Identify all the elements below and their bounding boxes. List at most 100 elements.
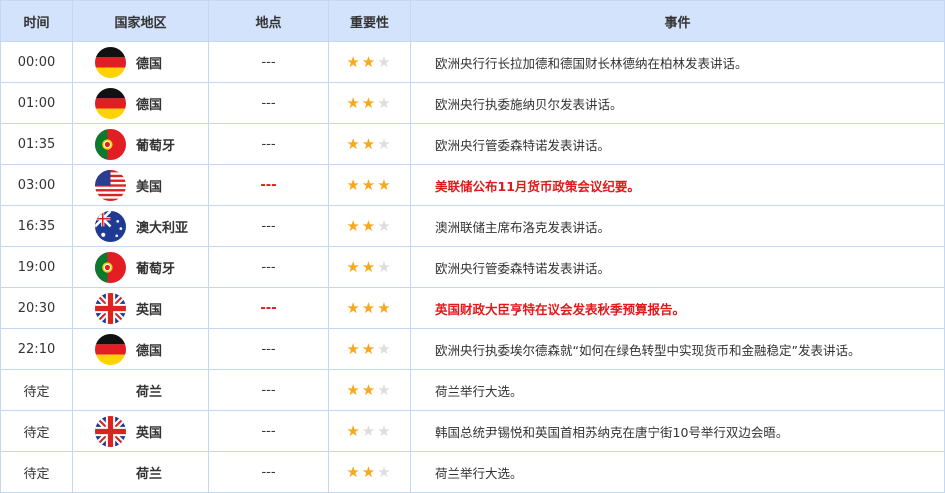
- star-filled-icon: ★: [346, 299, 362, 317]
- star-filled-icon: ★: [361, 463, 378, 481]
- star-filled-icon: ★: [361, 299, 378, 317]
- country-name: 英国: [136, 302, 163, 318]
- star-filled-icon: ★: [346, 340, 362, 358]
- table-row[interactable]: 16:35 澳大利亚 --- ★★★ 澳洲联储主席布洛克发表讲话。: [0, 205, 945, 247]
- header-time: 时间: [0, 0, 73, 42]
- place-cell: ---: [208, 287, 329, 329]
- economic-calendar-table: 时间 国家地区 地点 重要性 事件 00:00 德国 --- ★★★ 欧洲央行行长拉加德…: [0, 0, 945, 493]
- place-cell: ---: [208, 246, 329, 288]
- importance-cell: ★★★: [328, 451, 411, 493]
- event-cell: 欧洲央行管委森特诺发表讲话。: [410, 246, 945, 288]
- star-filled-icon: ★: [361, 340, 378, 358]
- table-row[interactable]: 03:00 美国 --- ★★★ 美联储公布11月货币政策会议纪要。: [0, 164, 945, 206]
- event-cell: 美联储公布11月货币政策会议纪要。: [410, 164, 945, 206]
- time-cell: 待定: [0, 369, 73, 411]
- table-row[interactable]: 01:00 德国 --- ★★★ 欧洲央行执委施纳贝尔发表讲话。: [0, 82, 945, 124]
- place-cell: ---: [208, 82, 329, 124]
- importance-cell: ★★★: [328, 328, 411, 370]
- star-filled-icon: ★: [346, 258, 362, 276]
- country-name: 美国: [136, 179, 163, 195]
- star-empty-icon: ★: [377, 463, 393, 481]
- country-name: 澳大利亚: [136, 220, 189, 236]
- importance-stars: ★★★: [346, 422, 392, 440]
- star-filled-icon: ★: [346, 94, 362, 112]
- country-name: 德国: [136, 97, 163, 113]
- importance-stars: ★★★: [346, 53, 392, 71]
- table-row[interactable]: 待定 荷兰 --- ★★★ 荷兰举行大选。: [0, 369, 945, 411]
- star-empty-icon: ★: [377, 53, 393, 71]
- country-name: 英国: [136, 425, 163, 441]
- table-row[interactable]: 22:10 德国 --- ★★★ 欧洲央行执委埃尔德森就“如何在绿色转型中实现货币和金融…: [0, 328, 945, 370]
- header-place: 地点: [208, 0, 329, 42]
- time-cell: 00:00: [0, 41, 73, 83]
- importance-stars: ★★★: [346, 135, 392, 153]
- star-filled-icon: ★: [377, 176, 393, 194]
- importance-stars: ★★★: [346, 340, 392, 358]
- time-cell: 01:00: [0, 82, 73, 124]
- importance-cell: ★★★: [328, 123, 411, 165]
- importance-stars: ★★★: [346, 176, 392, 194]
- flag-us-icon: [95, 169, 126, 201]
- place-cell: ---: [208, 369, 329, 411]
- header-country: 国家地区: [72, 0, 209, 42]
- importance-cell: ★★★: [328, 246, 411, 288]
- table-row[interactable]: 待定 英国 --- ★★★ 韩国总统尹锡悦和英国首相苏纳克在唐宁街10号举行双边会晤。: [0, 410, 945, 452]
- importance-stars: ★★★: [346, 381, 392, 399]
- table-row[interactable]: 00:00 德国 --- ★★★ 欧洲央行行长拉加德和德国财长林德纳在柏林发表讲话。: [0, 41, 945, 83]
- flag-de-icon: [95, 333, 126, 365]
- event-cell: 韩国总统尹锡悦和英国首相苏纳克在唐宁街10号举行双边会晤。: [410, 410, 945, 452]
- event-cell: 英国财政大臣亨特在议会发表秋季预算报告。: [410, 287, 945, 329]
- country-cell: 葡萄牙: [72, 246, 209, 288]
- flag-pt-icon: [95, 128, 126, 160]
- star-filled-icon: ★: [377, 299, 393, 317]
- time-cell: 01:35: [0, 123, 73, 165]
- star-filled-icon: ★: [361, 381, 378, 399]
- star-filled-icon: ★: [346, 381, 362, 399]
- country-cell: 澳大利亚: [72, 205, 209, 247]
- header-event: 事件: [410, 0, 945, 42]
- table-row[interactable]: 01:35 葡萄牙 --- ★★★ 欧洲央行管委森特诺发表讲话。: [0, 123, 945, 165]
- place-cell: ---: [208, 410, 329, 452]
- star-empty-icon: ★: [377, 422, 393, 440]
- table-row[interactable]: 20:30 英国 --- ★★★ 英国财政大臣亨特在议会发表秋季预算报告。: [0, 287, 945, 329]
- star-filled-icon: ★: [361, 176, 378, 194]
- place-cell: ---: [208, 41, 329, 83]
- country-name: 德国: [136, 56, 163, 72]
- time-cell: 22:10: [0, 328, 73, 370]
- country-cell: 德国: [72, 328, 209, 370]
- star-empty-icon: ★: [377, 135, 393, 153]
- table-row[interactable]: 待定 荷兰 --- ★★★ 荷兰举行大选。: [0, 451, 945, 493]
- importance-cell: ★★★: [328, 41, 411, 83]
- event-cell: 欧洲央行行长拉加德和德国财长林德纳在柏林发表讲话。: [410, 41, 945, 83]
- star-filled-icon: ★: [346, 217, 362, 235]
- country-cell: 美国: [72, 164, 209, 206]
- star-filled-icon: ★: [346, 463, 362, 481]
- importance-cell: ★★★: [328, 164, 411, 206]
- flag-de-icon: [95, 87, 126, 119]
- flag-au-icon: [95, 210, 126, 242]
- country-cell: 德国: [72, 41, 209, 83]
- event-cell: 澳洲联储主席布洛克发表讲话。: [410, 205, 945, 247]
- flag-pt-icon: [95, 251, 126, 283]
- place-cell: ---: [208, 164, 329, 206]
- star-empty-icon: ★: [377, 94, 393, 112]
- country-cell: 英国: [72, 410, 209, 452]
- table-header: 时间 国家地区 地点 重要性 事件: [0, 0, 945, 42]
- place-cell: ---: [208, 328, 329, 370]
- star-empty-icon: ★: [377, 217, 393, 235]
- header-importance: 重要性: [328, 0, 411, 42]
- event-cell: 欧洲央行管委森特诺发表讲话。: [410, 123, 945, 165]
- country-cell: 葡萄牙: [72, 123, 209, 165]
- importance-cell: ★★★: [328, 205, 411, 247]
- star-empty-icon: ★: [377, 258, 393, 276]
- importance-cell: ★★★: [328, 369, 411, 411]
- country-name: 葡萄牙: [136, 261, 176, 277]
- table-row[interactable]: 19:00 葡萄牙 --- ★★★ 欧洲央行管委森特诺发表讲话。: [0, 246, 945, 288]
- place-cell: ---: [208, 451, 329, 493]
- country-cell: 德国: [72, 82, 209, 124]
- event-cell: 荷兰举行大选。: [410, 451, 945, 493]
- star-empty-icon: ★: [361, 422, 378, 440]
- importance-cell: ★★★: [328, 82, 411, 124]
- star-filled-icon: ★: [346, 176, 362, 194]
- star-filled-icon: ★: [361, 258, 378, 276]
